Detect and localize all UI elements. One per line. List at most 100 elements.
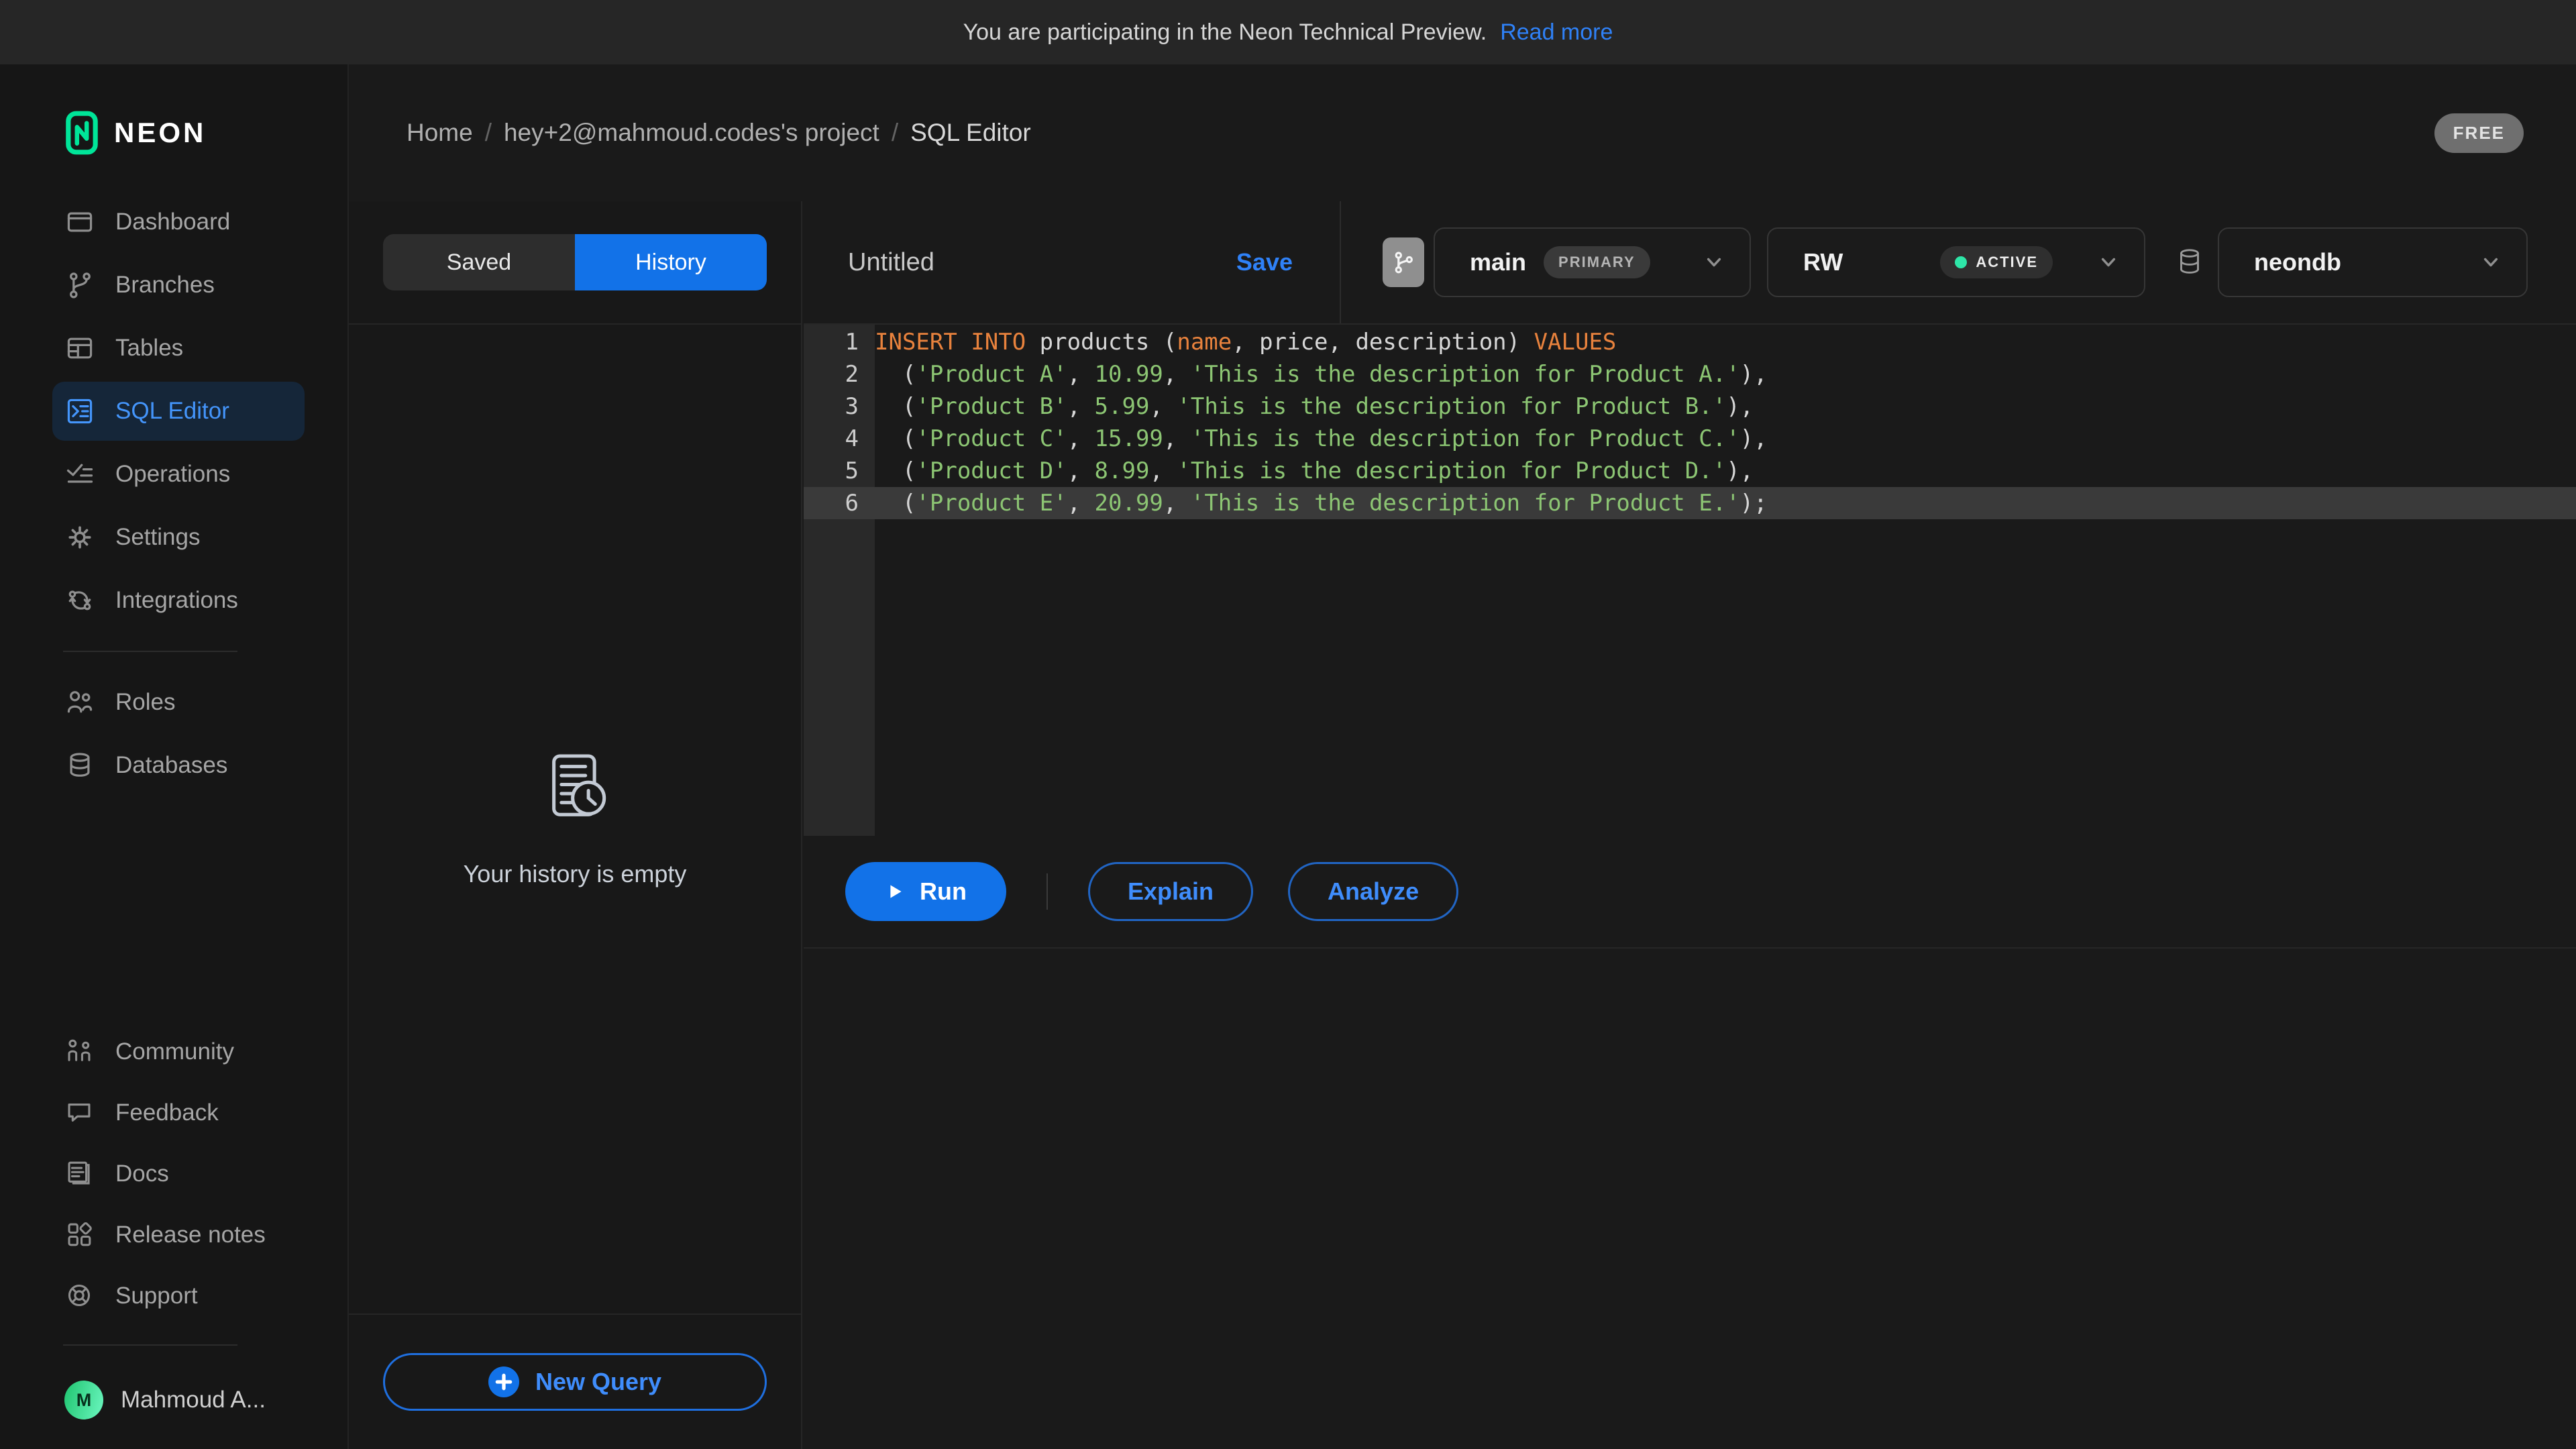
database-selector[interactable]: neondb	[2218, 227, 2528, 297]
sidebar-item-support[interactable]: Support	[52, 1267, 305, 1326]
sidebar-item-label: Dashboard	[115, 209, 230, 235]
queries-panel-footer: New Query	[349, 1313, 801, 1449]
sql-editor-icon	[64, 396, 95, 427]
sidebar-item-label: Community	[115, 1038, 234, 1065]
chevron-down-icon	[2096, 250, 2121, 275]
sidebar: NEON Dashboard Branches	[0, 64, 349, 1449]
sidebar-item-label: Feedback	[115, 1099, 219, 1126]
docs-icon	[64, 1159, 95, 1189]
sidebar-item-label: Docs	[115, 1161, 169, 1187]
run-label: Run	[920, 877, 967, 906]
sidebar-item-sql-editor[interactable]: SQL Editor	[52, 382, 305, 441]
sidebar-item-label: Settings	[115, 524, 200, 551]
read-more-link[interactable]: Read more	[1500, 19, 1613, 46]
plus-circle-icon	[488, 1366, 519, 1397]
banner-text: You are participating in the Neon Techni…	[963, 19, 1487, 46]
sidebar-item-tables[interactable]: Tables	[52, 319, 305, 378]
editor-header: Untitled Save main PRIMARY	[804, 201, 2576, 325]
breadcrumb: Home / hey+2@mahmoud.codes's project / S…	[407, 119, 1031, 147]
editor-gutter: 123456	[804, 325, 875, 836]
sidebar-item-integrations[interactable]: Integrations	[52, 571, 305, 630]
sidebar-item-release-notes[interactable]: Release notes	[52, 1205, 305, 1265]
status-dot	[1955, 256, 1967, 268]
sidebar-item-dashboard[interactable]: Dashboard	[52, 193, 305, 252]
history-empty-text: Your history is empty	[464, 860, 687, 888]
community-icon	[64, 1036, 95, 1067]
neon-logo-icon	[64, 109, 99, 157]
avatar: M	[64, 1381, 103, 1419]
code-line[interactable]: ('Product E', 20.99, 'This is the descri…	[875, 487, 2576, 519]
tables-icon	[64, 333, 95, 364]
code-line[interactable]: ('Product B', 5.99, 'This is the descrip…	[875, 390, 2576, 423]
sidebar-nav: Dashboard Branches Tables	[0, 191, 347, 797]
tab-saved[interactable]: Saved	[383, 234, 575, 290]
run-button[interactable]: Run	[845, 862, 1006, 921]
saved-history-tabs: Saved History	[383, 234, 767, 290]
sidebar-item-operations[interactable]: Operations	[52, 445, 305, 504]
sidebar-item-label: Release notes	[115, 1222, 266, 1248]
queries-tabs-row: Saved History	[349, 201, 801, 325]
active-badge-label: ACTIVE	[1976, 254, 2038, 271]
code-editor[interactable]: 123456 INSERT INTO products (name, price…	[804, 325, 2576, 836]
code-lines[interactable]: INSERT INTO products (name, price, descr…	[875, 325, 2576, 836]
breadcrumb-separator: /	[485, 119, 492, 147]
results-area	[804, 949, 2576, 1449]
play-icon	[885, 881, 905, 902]
sidebar-item-label: SQL Editor	[115, 398, 229, 425]
sidebar-footer: Community Feedback Docs	[0, 1020, 347, 1449]
release-notes-icon	[64, 1220, 95, 1250]
line-number: 6	[804, 487, 875, 519]
breadcrumb-project[interactable]: hey+2@mahmoud.codes's project	[504, 119, 879, 147]
brand-wordmark: NEON	[114, 117, 206, 149]
sidebar-item-label: Branches	[115, 272, 215, 299]
lifebuoy-icon	[64, 1281, 95, 1311]
explain-button[interactable]: Explain	[1088, 862, 1253, 921]
analyze-button[interactable]: Analyze	[1288, 862, 1458, 921]
preview-banner: You are participating in the Neon Techni…	[0, 0, 2576, 64]
sidebar-item-community[interactable]: Community	[52, 1022, 305, 1081]
history-empty-state: Your history is empty	[349, 325, 801, 1313]
app-window: You are participating in the Neon Techni…	[0, 0, 2576, 1449]
speech-bubble-icon	[64, 1097, 95, 1128]
code-line[interactable]: ('Product C', 15.99, 'This is the descri…	[875, 423, 2576, 455]
history-empty-icon	[537, 750, 612, 825]
line-number: 4	[804, 423, 875, 455]
code-line[interactable]: INSERT INTO products (name, price, descr…	[875, 326, 2576, 358]
actions-divider	[1046, 873, 1048, 910]
database-cylinder-icon	[2174, 246, 2206, 278]
branch-selector[interactable]: main PRIMARY	[1434, 227, 1751, 297]
operations-icon	[64, 459, 95, 490]
topbar: Home / hey+2@mahmoud.codes's project / S…	[349, 64, 2576, 201]
tab-history[interactable]: History	[575, 234, 767, 290]
breadcrumb-separator: /	[892, 119, 898, 147]
sidebar-item-label: Roles	[115, 689, 175, 716]
branch-selector-value: main	[1470, 248, 1526, 276]
sidebar-item-feedback[interactable]: Feedback	[52, 1083, 305, 1142]
sidebar-item-label: Support	[115, 1283, 198, 1309]
breadcrumb-home[interactable]: Home	[407, 119, 473, 147]
user-menu[interactable]: M Mahmoud A...	[0, 1364, 347, 1426]
chevron-down-icon	[2478, 250, 2504, 275]
query-title[interactable]: Untitled	[848, 248, 934, 277]
new-query-button[interactable]: New Query	[383, 1353, 767, 1411]
code-line[interactable]: ('Product D', 8.99, 'This is the descrip…	[875, 455, 2576, 487]
sidebar-item-label: Operations	[115, 461, 230, 488]
line-number: 1	[804, 326, 875, 358]
sidebar-item-docs[interactable]: Docs	[52, 1144, 305, 1203]
sidebar-item-roles[interactable]: Roles	[52, 673, 305, 732]
compute-selector-value: RW	[1803, 248, 1843, 276]
code-line[interactable]: ('Product A', 10.99, 'This is the descri…	[875, 358, 2576, 390]
active-badge: ACTIVE	[1940, 246, 2053, 278]
database-selector-value: neondb	[2254, 248, 2341, 276]
save-button[interactable]: Save	[1236, 248, 1293, 276]
brand-logo[interactable]: NEON	[0, 64, 347, 191]
sql-editor-panel: Untitled Save main PRIMARY	[804, 201, 2576, 1449]
primary-badge: PRIMARY	[1544, 246, 1650, 278]
sidebar-item-label: Integrations	[115, 587, 238, 614]
sidebar-item-settings[interactable]: Settings	[52, 508, 305, 567]
sidebar-item-branches[interactable]: Branches	[52, 256, 305, 315]
sidebar-item-databases[interactable]: Databases	[52, 736, 305, 795]
sidebar-divider	[63, 1344, 237, 1346]
branch-button[interactable]	[1383, 237, 1424, 287]
compute-selector[interactable]: RW ACTIVE	[1767, 227, 2145, 297]
